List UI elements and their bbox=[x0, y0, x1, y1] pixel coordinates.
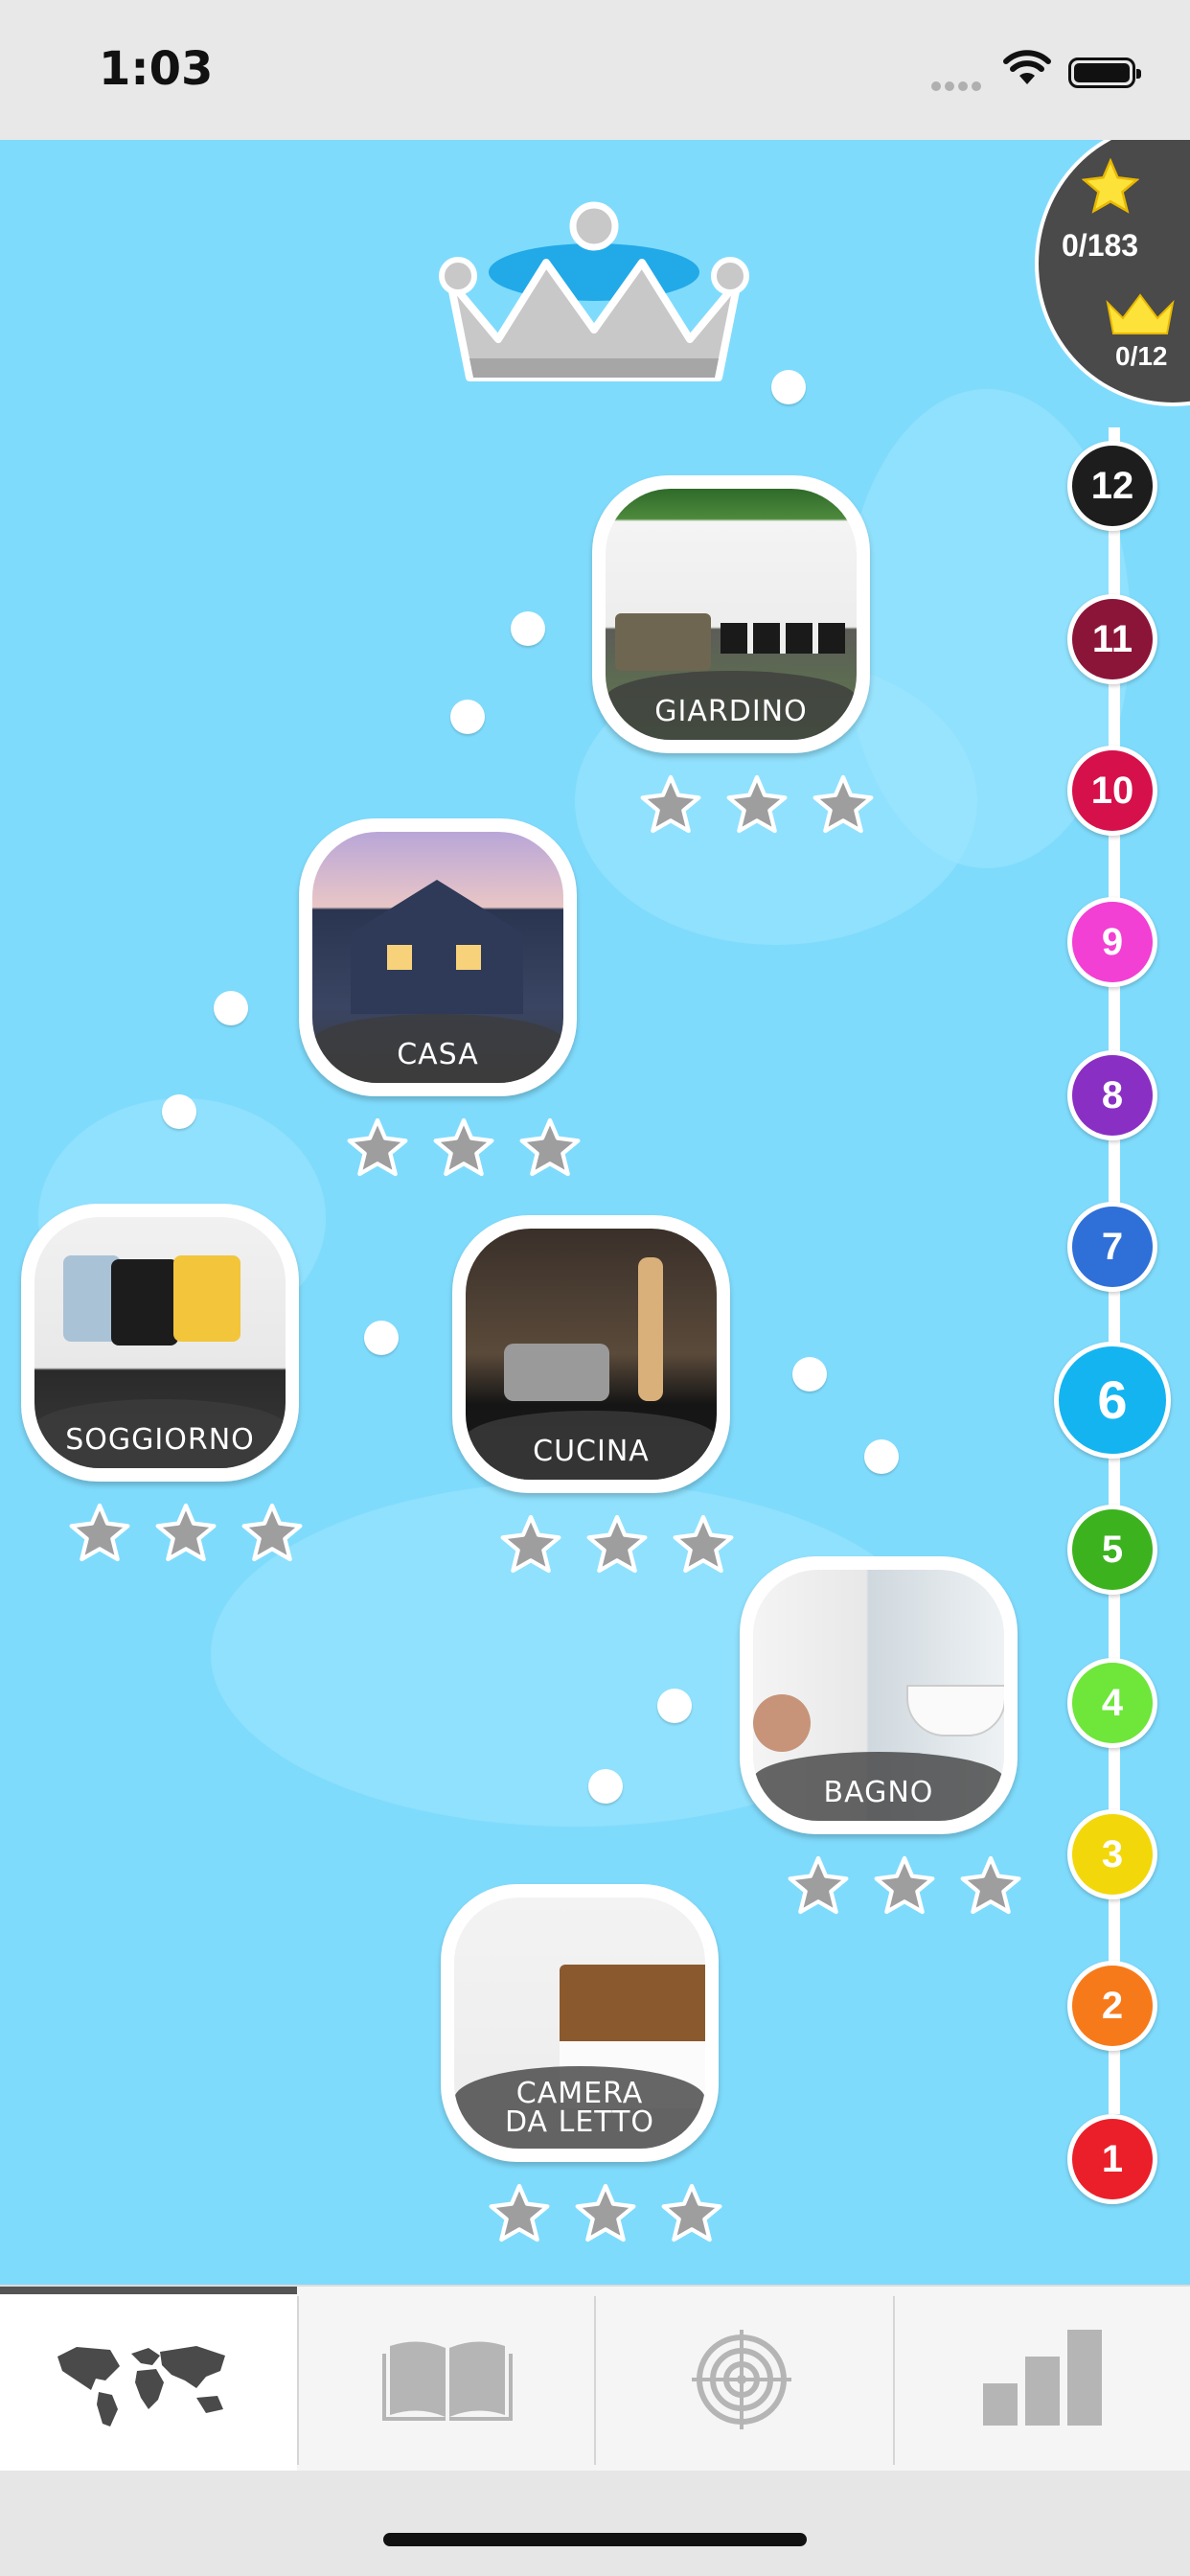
signal-icon bbox=[931, 77, 985, 95]
tab-map[interactable] bbox=[0, 2287, 297, 2471]
world-6-button[interactable]: 6 bbox=[1054, 1342, 1171, 1459]
level-image: SOGGIORNO bbox=[34, 1217, 286, 1468]
house-shape bbox=[351, 880, 523, 1014]
star-empty-icon bbox=[575, 2183, 636, 2242]
level-label: BAGNO bbox=[823, 1776, 934, 1809]
bar-chart-icon bbox=[983, 2330, 1102, 2426]
level-stars-camera-da-letto bbox=[441, 2183, 722, 2250]
path-dot bbox=[364, 1321, 399, 1355]
world-map-icon bbox=[57, 2346, 225, 2426]
tab-stats[interactable] bbox=[895, 2287, 1190, 2471]
sink-shape bbox=[906, 1685, 1004, 1736]
path-dot bbox=[792, 1357, 827, 1392]
path-dot bbox=[864, 1439, 899, 1474]
level-map: 0/183 0/12 GIARDINO CASA SOGGIORNO CUCIN… bbox=[0, 140, 1190, 2285]
level-image: CAMERA DA LETTO bbox=[454, 1898, 705, 2149]
path-dot bbox=[771, 370, 806, 404]
level-label: GIARDINO bbox=[654, 695, 808, 728]
world-2-button[interactable]: 2 bbox=[1067, 1961, 1157, 2051]
status-time: 1:03 bbox=[99, 42, 214, 96]
level-image: GIARDINO bbox=[606, 489, 857, 740]
window-light bbox=[456, 945, 481, 970]
star-empty-icon bbox=[500, 1514, 561, 1574]
star-empty-icon bbox=[519, 1117, 581, 1177]
level-stars-soggiorno bbox=[21, 1503, 303, 1570]
star-empty-icon bbox=[960, 1855, 1021, 1915]
path-dot bbox=[450, 700, 485, 734]
world-8-button[interactable]: 8 bbox=[1067, 1050, 1157, 1140]
world-4-button[interactable]: 4 bbox=[1067, 1658, 1157, 1748]
world-5-button[interactable]: 5 bbox=[1067, 1505, 1157, 1595]
star-empty-icon bbox=[874, 1855, 935, 1915]
target-icon bbox=[692, 2330, 791, 2429]
level-cucina[interactable]: CUCINA bbox=[452, 1215, 730, 1493]
world-10-button[interactable]: 10 bbox=[1067, 746, 1157, 836]
star-empty-icon bbox=[726, 774, 788, 834]
level-image: CASA bbox=[312, 832, 563, 1083]
truck-shape bbox=[615, 613, 711, 671]
world-7-button[interactable]: 7 bbox=[1067, 1202, 1157, 1292]
home-indicator bbox=[383, 2533, 807, 2546]
battery-icon bbox=[1068, 58, 1141, 88]
star-empty-icon bbox=[812, 774, 874, 834]
path-dot bbox=[588, 1769, 623, 1804]
level-stars-cucina bbox=[452, 1514, 734, 1581]
level-camera-da-letto[interactable]: CAMERA DA LETTO bbox=[441, 1884, 719, 2162]
level-stars-bagno bbox=[740, 1855, 1021, 1922]
crown-small-icon bbox=[1106, 293, 1175, 334]
world-9-button[interactable]: 9 bbox=[1067, 897, 1157, 987]
star-empty-icon bbox=[347, 1117, 408, 1177]
window-light bbox=[387, 945, 412, 970]
level-giardino[interactable]: GIARDINO bbox=[592, 475, 870, 753]
world-11-button[interactable]: 11 bbox=[1067, 594, 1157, 684]
crown-icon bbox=[439, 201, 749, 381]
world-12-button[interactable]: 12 bbox=[1067, 441, 1157, 531]
level-casa[interactable]: CASA bbox=[299, 818, 577, 1096]
cushion-shape bbox=[173, 1255, 240, 1342]
tab-bar bbox=[0, 2285, 1190, 2471]
world-3-button[interactable]: 3 bbox=[1067, 1809, 1157, 1899]
star-empty-icon bbox=[586, 1514, 648, 1574]
cushion-shape bbox=[111, 1259, 178, 1346]
level-image: CUCINA bbox=[466, 1229, 717, 1480]
wifi-icon bbox=[1003, 50, 1051, 84]
star-empty-icon bbox=[69, 1503, 130, 1562]
star-empty-icon bbox=[433, 1117, 494, 1177]
level-bagno[interactable]: BAGNO bbox=[740, 1556, 1018, 1834]
garage-windows bbox=[721, 623, 845, 654]
path-dot bbox=[162, 1094, 196, 1129]
status-bar: 1:03 bbox=[0, 0, 1190, 140]
star-empty-icon bbox=[155, 1503, 217, 1562]
star-empty-icon bbox=[673, 1514, 734, 1574]
progress-counter[interactable]: 0/183 0/12 bbox=[1035, 140, 1190, 406]
path-dot bbox=[214, 991, 248, 1025]
level-image: BAGNO bbox=[753, 1570, 1004, 1821]
tab-vocabulary[interactable] bbox=[299, 2287, 596, 2471]
pot-shape bbox=[504, 1344, 609, 1401]
star-icon bbox=[1082, 158, 1139, 214]
utensil-shape bbox=[638, 1257, 663, 1401]
level-stars-casa bbox=[299, 1117, 581, 1184]
level-label: SOGGIORNO bbox=[65, 1423, 255, 1457]
level-soggiorno[interactable]: SOGGIORNO bbox=[21, 1204, 299, 1482]
level-label: CAMERA DA LETTO bbox=[504, 2077, 655, 2139]
world-1-button[interactable]: 1 bbox=[1067, 2114, 1157, 2204]
book-icon bbox=[382, 2341, 513, 2421]
tab-practice[interactable] bbox=[596, 2287, 893, 2471]
crowns-count: 0/12 bbox=[1115, 341, 1168, 371]
path-dot bbox=[657, 1689, 692, 1723]
path-dot bbox=[511, 611, 545, 646]
star-empty-icon bbox=[489, 2183, 550, 2242]
level-stars-giardino bbox=[592, 774, 874, 841]
star-empty-icon bbox=[640, 774, 701, 834]
level-label: CASA bbox=[397, 1038, 479, 1071]
star-empty-icon bbox=[788, 1855, 849, 1915]
star-empty-icon bbox=[241, 1503, 303, 1562]
hand-shape bbox=[753, 1694, 811, 1752]
level-label: CUCINA bbox=[533, 1435, 650, 1468]
star-empty-icon bbox=[661, 2183, 722, 2242]
stars-count: 0/183 bbox=[1062, 228, 1139, 263]
